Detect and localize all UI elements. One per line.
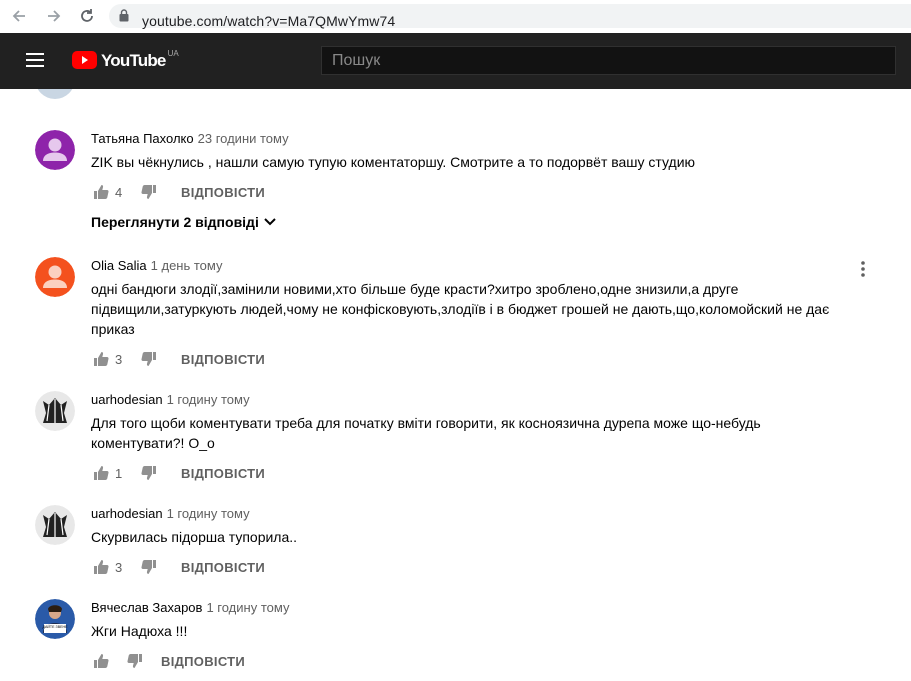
- avatar-sign-text: ДАЙТЕ ЗВЕНЕ: [43, 625, 69, 629]
- avatar[interactable]: [35, 391, 75, 431]
- thumbs-up-icon[interactable]: [91, 182, 111, 202]
- reply-button[interactable]: ВІДПОВІСТИ: [181, 185, 265, 200]
- avatar[interactable]: ДАЙТЕ ЗВЕНЕ: [35, 599, 75, 639]
- back-arrow-icon[interactable]: [8, 5, 30, 27]
- youtube-play-icon: [72, 51, 97, 69]
- logo-text: YouTube: [101, 51, 166, 70]
- avatar[interactable]: [35, 130, 75, 170]
- forward-arrow-icon[interactable]: [43, 5, 65, 27]
- avatar[interactable]: [35, 505, 75, 545]
- thumbs-down-icon[interactable]: [125, 651, 145, 671]
- comment-author[interactable]: Татьяна Пахолко: [91, 131, 194, 146]
- lock-icon: [119, 9, 129, 27]
- avatar[interactable]: [35, 89, 75, 99]
- comment-author[interactable]: uarhodesian: [91, 392, 163, 407]
- comment-time[interactable]: 1 день тому: [151, 258, 223, 273]
- thumbs-down-icon[interactable]: [139, 349, 159, 369]
- reload-icon[interactable]: [76, 5, 98, 27]
- thumbs-down-icon[interactable]: [139, 182, 159, 202]
- avatar[interactable]: [35, 257, 75, 297]
- thumbs-up-icon[interactable]: [91, 349, 111, 369]
- like-count: 4: [115, 184, 123, 200]
- thumbs-down-icon[interactable]: [139, 557, 159, 577]
- comment-time[interactable]: 1 годину тому: [167, 392, 250, 407]
- view-replies-label: Переглянути 2 відповіді: [91, 214, 259, 230]
- country-code: UA: [167, 49, 179, 58]
- reply-button[interactable]: ВІДПОВІСТИ: [161, 654, 245, 669]
- browser-toolbar: youtube.com/watch?v=Ma7QMwYmw74: [0, 0, 911, 34]
- like-count: 1: [115, 465, 123, 481]
- hamburger-menu-icon[interactable]: [24, 50, 46, 70]
- address-bar[interactable]: youtube.com/watch?v=Ma7QMwYmw74: [109, 4, 911, 29]
- comment-text: Для того щоби коментувати треба для поча…: [91, 415, 761, 451]
- comment-time[interactable]: 1 годину тому: [206, 600, 289, 615]
- url-text: youtube.com/watch?v=Ma7QMwYmw74: [142, 13, 396, 29]
- comment-time[interactable]: 23 години тому: [198, 131, 289, 146]
- more-actions-icon[interactable]: [851, 257, 875, 281]
- comment-text: одні бандюги злодії,замінили новими,хто …: [91, 281, 830, 337]
- comments-section: Татьяна Пахолко 23 години тому ZIK вы чёк…: [0, 89, 911, 681]
- thumbs-up-icon[interactable]: [91, 651, 111, 671]
- comment-text: Скурвилась підорша тупорила..: [91, 529, 298, 545]
- comment-author[interactable]: Вячеслав Захаров: [91, 600, 202, 615]
- youtube-logo[interactable]: YouTube UA: [72, 49, 179, 71]
- reply-button[interactable]: ВІДПОВІСТИ: [181, 560, 265, 575]
- thumbs-up-icon[interactable]: [91, 463, 111, 483]
- comment-text: Жги Надюха !!!: [91, 623, 188, 639]
- search-box[interactable]: [321, 46, 896, 75]
- comment-author[interactable]: uarhodesian: [91, 506, 163, 521]
- comment-author[interactable]: Olia Salia: [91, 258, 147, 273]
- reply-button[interactable]: ВІДПОВІСТИ: [181, 466, 265, 481]
- like-count: 3: [115, 351, 123, 367]
- comment-time[interactable]: 1 годину тому: [167, 506, 250, 521]
- youtube-header: YouTube UA: [0, 33, 911, 89]
- thumbs-down-icon[interactable]: [139, 463, 159, 483]
- search-input[interactable]: [322, 47, 895, 74]
- thumbs-up-icon[interactable]: [91, 557, 111, 577]
- comment-text: ZIK вы чёкнулись , нашли самую тупую ком…: [91, 154, 696, 170]
- view-replies-button[interactable]: Переглянути 2 відповіді: [91, 212, 851, 232]
- reply-button[interactable]: ВІДПОВІСТИ: [181, 352, 265, 367]
- chevron-down-icon: [264, 218, 276, 226]
- like-count: 3: [115, 559, 123, 575]
